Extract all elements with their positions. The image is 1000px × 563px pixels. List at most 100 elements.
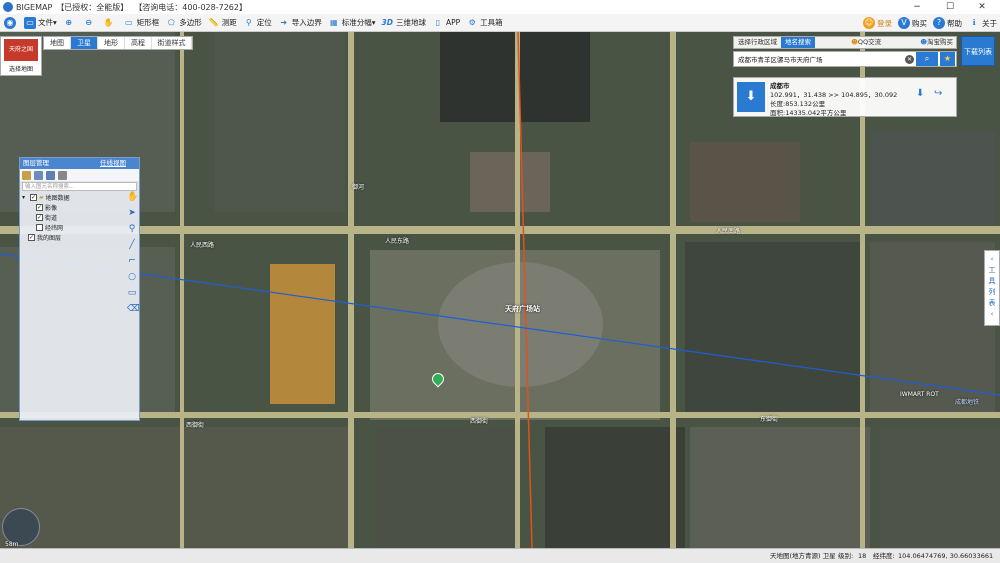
- toolstrip-char: 工: [988, 266, 996, 274]
- grid-icon: ▦: [329, 17, 338, 27]
- login-label: 登录: [877, 18, 892, 28]
- circle-icon[interactable]: ○: [127, 272, 137, 282]
- import-boundary-button[interactable]: ➜ 导入边界: [275, 14, 325, 32]
- toolstrip-char: 列: [988, 288, 996, 296]
- clear-icon[interactable]: ✕: [905, 55, 914, 64]
- place-search-input[interactable]: 成都市青羊区骡马市天府广场 ✕ ⌕ ★: [733, 51, 957, 67]
- tool-list-strip[interactable]: ‹ 工 具 列 表 ‹: [984, 250, 1000, 326]
- toolbox-button[interactable]: ⚙ 工具箱: [463, 14, 506, 32]
- help-button[interactable]: ? 帮助: [930, 14, 965, 32]
- app-button[interactable]: ▯ APP: [429, 14, 463, 32]
- eraser-icon[interactable]: ⌫: [127, 304, 140, 314]
- favorite-star-icon[interactable]: ★: [940, 52, 955, 66]
- download-list-button[interactable]: 下载列表: [961, 36, 995, 66]
- layer-checkbox[interactable]: ✓: [28, 233, 35, 241]
- search-button[interactable]: ⌕: [916, 52, 938, 66]
- locate-label: 定位: [256, 18, 272, 27]
- status-coords-label: 经纬度:: [873, 552, 895, 560]
- bigemap-window: BIGEMAP 【已授权：全能版】 【咨询电话：400-028-7262】 − …: [0, 0, 1000, 563]
- map-label-road: 东御街: [760, 416, 779, 423]
- layer-checkbox[interactable]: ✓: [36, 203, 43, 211]
- layer-panel-title: 图层管理: [23, 159, 49, 167]
- minimize-button[interactable]: −: [905, 0, 929, 14]
- tab-place-search[interactable]: 地名搜索: [781, 37, 815, 48]
- tab-region[interactable]: 选择行政区域: [734, 37, 781, 48]
- city-selector-label: 选择地图: [8, 66, 33, 73]
- status-provider: 天地图(地方青源) 卫星: [770, 552, 836, 560]
- toolstrip-char: 表: [988, 299, 996, 307]
- search-icon[interactable]: [58, 170, 67, 180]
- pan-button[interactable]: ✋: [100, 14, 120, 32]
- line-icon[interactable]: ╱: [127, 240, 137, 250]
- hand-icon: ✋: [103, 17, 114, 27]
- layer-row[interactable]: ✓ 影像: [22, 202, 139, 212]
- marker-icon[interactable]: ⚲: [127, 224, 137, 234]
- result-area: 面积:14335.042平方公里: [770, 109, 847, 117]
- layer-row[interactable]: 经纬网: [22, 222, 139, 232]
- status-zoom-label: 级别:: [838, 552, 854, 560]
- rect-label: 矩形框: [136, 18, 160, 27]
- map-label-road: 西御街: [186, 422, 205, 429]
- map-label-road: 人民东路: [385, 238, 410, 245]
- map-label-road: 人民南路: [716, 228, 741, 235]
- layer-checkbox[interactable]: [36, 223, 43, 231]
- layer-checkbox[interactable]: ✓: [30, 193, 37, 201]
- buy-button[interactable]: V 购买: [895, 14, 930, 32]
- close-button[interactable]: ✕: [970, 0, 994, 14]
- rect-select-button[interactable]: ▭ 矩形框: [120, 14, 163, 32]
- rectangle-icon[interactable]: ▭: [127, 288, 137, 298]
- layer-label: 经纬网: [45, 224, 64, 232]
- file-menu[interactable]: ▭ 文件 ▾: [21, 14, 60, 32]
- pointer-icon[interactable]: ➤: [127, 208, 137, 218]
- hand-icon[interactable]: ✋: [127, 192, 138, 202]
- layer-panel-tools: [20, 169, 139, 181]
- city-selector[interactable]: 天府之国 选择地图: [0, 36, 42, 76]
- standard-grid-menu[interactable]: ▦ 标准分幅 ▾: [325, 14, 379, 32]
- help-label: 帮助: [947, 18, 962, 28]
- layer-view-switch[interactable]: 任线视图: [100, 158, 126, 169]
- export-icon[interactable]: [46, 170, 55, 180]
- about-button[interactable]: ℹ 关于: [965, 14, 1000, 32]
- city-seal-logo: 天府之国: [4, 39, 38, 61]
- qq-link[interactable]: ☻QQ交流: [848, 37, 884, 48]
- layer-checkbox[interactable]: ✓: [36, 213, 43, 221]
- tab-street-style[interactable]: 街道样式: [152, 37, 192, 49]
- login-button[interactable]: ☺ 登录: [860, 14, 895, 32]
- three-d-label: 三维地球: [395, 18, 426, 27]
- layer-label: 我的图层: [37, 234, 62, 242]
- open-folder-icon[interactable]: [22, 170, 31, 180]
- tab-map[interactable]: 地图: [44, 37, 71, 49]
- pin-icon: ⚲: [245, 17, 252, 27]
- polyline-icon[interactable]: ⌐: [127, 256, 137, 266]
- layer-search-input[interactable]: 输入图元名称搜索...: [22, 182, 137, 191]
- save-icon[interactable]: [34, 170, 43, 180]
- globe-menu-button[interactable]: ◉: [0, 14, 21, 32]
- download-icon[interactable]: ⬇: [916, 88, 924, 99]
- layer-row[interactable]: ✓ 我的图层: [22, 232, 139, 242]
- three-d-globe-button[interactable]: 3D 三维地球: [379, 14, 429, 32]
- collapse-chevron-icon[interactable]: ‹: [985, 254, 999, 265]
- scale-bar: 58m: [5, 541, 19, 548]
- search-result-card[interactable]: ⬇ 成都市 102.991，31.438 >> 104.895，30.092 长…: [733, 77, 957, 117]
- locate-button[interactable]: ⚲ 定位: [240, 14, 275, 32]
- maximize-button[interactable]: ☐: [938, 0, 962, 14]
- share-icon[interactable]: ↪: [934, 88, 942, 99]
- qq-icon: ☻: [851, 38, 858, 46]
- layer-row[interactable]: ▾ ✓ ▰ 地图数据: [22, 192, 139, 202]
- layer-label: 地图数据: [45, 194, 70, 202]
- map-label-road: 人民西路: [190, 242, 215, 249]
- layer-row[interactable]: ✓ 街道: [22, 212, 139, 222]
- zoom-in-button[interactable]: ⊕: [60, 14, 80, 32]
- download-region-icon[interactable]: ⬇: [737, 82, 765, 112]
- gear-icon: ⚙: [468, 17, 476, 27]
- measure-button[interactable]: 📏 测距: [205, 14, 240, 32]
- tab-terrain[interactable]: 地形: [98, 37, 125, 49]
- tab-satellite[interactable]: 卫星: [71, 37, 98, 49]
- collapse-chevron-icon[interactable]: ‹: [985, 309, 999, 320]
- phone-label: 【咨询电话：400-028-7262】: [134, 2, 247, 12]
- taobao-link[interactable]: ☻淘宝购买: [917, 37, 956, 48]
- tab-elevation[interactable]: 高程: [125, 37, 152, 49]
- file-menu-label: 文件: [38, 18, 53, 27]
- polygon-select-button[interactable]: ⬠ 多边形: [162, 14, 205, 32]
- zoom-out-button[interactable]: ⊖: [80, 14, 100, 32]
